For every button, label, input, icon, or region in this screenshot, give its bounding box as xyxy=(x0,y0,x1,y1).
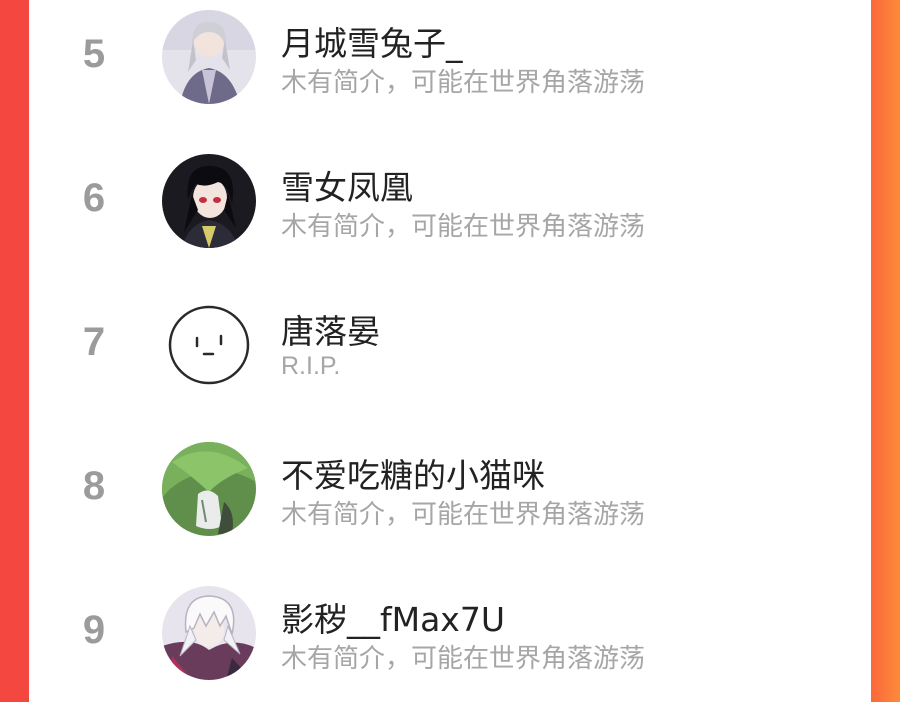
user-bio: R.I.P. xyxy=(281,352,341,380)
rank-number: 8 xyxy=(82,464,106,508)
ranking-row-6[interactable]: 6 雪女凤凰 木有简介，可能在世界角落游荡 xyxy=(29,146,871,256)
rank-number: 5 xyxy=(82,32,106,76)
rank-number: 9 xyxy=(82,608,106,652)
user-bio: 木有简介，可能在世界角落游荡 xyxy=(281,212,646,242)
user-bio: 木有简介，可能在世界角落游荡 xyxy=(281,644,646,674)
ranking-row-7[interactable]: 7 唐落晏 R.I.P. xyxy=(29,290,871,400)
anime-boy-grey-hair-avatar-icon xyxy=(162,10,256,104)
green-leaf-avatar-icon xyxy=(162,442,256,536)
ranking-row-9[interactable]: 9 影秽__fMax7U 木有简介，可能在世界角落游荡 xyxy=(29,578,871,688)
user-name[interactable]: 月城雪兔子_ xyxy=(281,17,463,65)
anime-boy-black-hair-avatar-icon xyxy=(162,154,256,248)
user-bio: 木有简介，可能在世界角落游荡 xyxy=(281,68,646,98)
ranking-row-8[interactable]: 8 不爱吃糖的小猫咪 木有简介，可能在世界角落游荡 xyxy=(29,434,871,544)
user-name[interactable]: 影秽__fMax7U xyxy=(281,593,505,641)
ranking-row-5[interactable]: 5 月城雪兔子_ 木有简介，可能在世界角落游荡 xyxy=(29,2,871,112)
rank-number: 7 xyxy=(82,320,106,364)
user-avatar[interactable] xyxy=(162,442,256,536)
user-name[interactable]: 不爱吃糖的小猫咪 xyxy=(281,449,545,497)
rank-number: 6 xyxy=(82,176,106,220)
user-avatar[interactable] xyxy=(162,586,256,680)
user-name[interactable]: 唐落晏 xyxy=(281,305,380,353)
user-bio: 木有简介，可能在世界角落游荡 xyxy=(281,500,646,530)
doodle-face-avatar-icon xyxy=(162,298,256,392)
user-avatar[interactable] xyxy=(162,10,256,104)
user-avatar[interactable] xyxy=(162,154,256,248)
user-avatar[interactable] xyxy=(162,298,256,392)
ranking-list-panel: 5 月城雪兔子_ 木有简介，可能在世界角落游荡 6 雪女凤凰 木有简介，可能在世… xyxy=(29,0,871,702)
anime-white-hair-avatar-icon xyxy=(162,586,256,680)
user-name[interactable]: 雪女凤凰 xyxy=(281,161,413,209)
